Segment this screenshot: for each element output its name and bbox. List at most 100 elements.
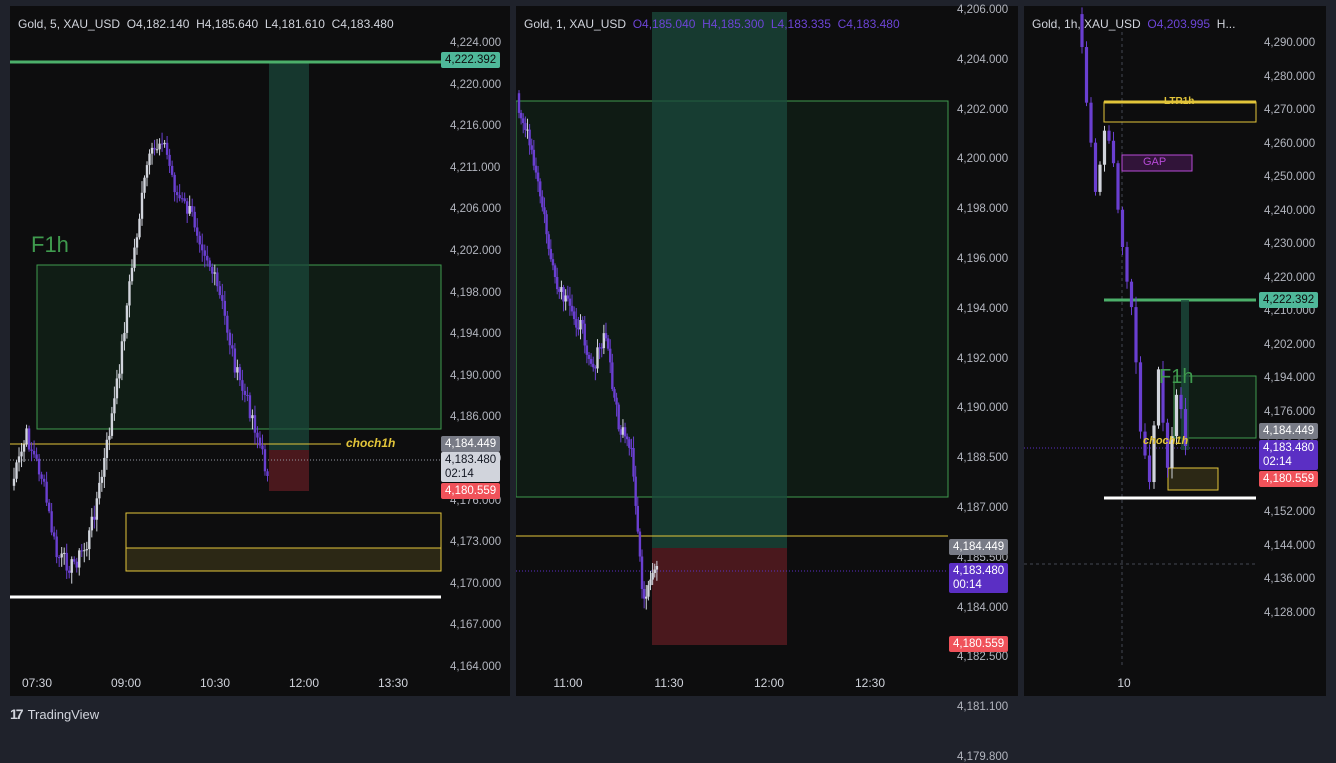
- price-tick-label: 4,240.000: [1264, 204, 1316, 217]
- candle-body: [572, 311, 576, 320]
- candle-body: [125, 305, 129, 333]
- candle-body: [52, 532, 56, 537]
- candle-body: [543, 207, 546, 215]
- high-value: H4,185.640: [196, 17, 259, 31]
- chart-pane-1h[interactable]: Gold, 1h, XAU_USD O4,203.995 H... LTR1h …: [1024, 6, 1326, 696]
- candle-body: [628, 439, 631, 448]
- candle-body: [551, 259, 555, 266]
- candle-body: [526, 129, 529, 131]
- symbol-name: Gold, 1h, XAU_USD: [1032, 17, 1141, 31]
- candle-body: [575, 319, 578, 328]
- candle-body: [103, 457, 106, 477]
- candle-body: [246, 394, 249, 396]
- chart-canvas[interactable]: [516, 6, 1018, 696]
- candle-body: [1134, 307, 1138, 363]
- candle-body: [630, 447, 633, 449]
- candle-body: [251, 415, 254, 419]
- candle-body: [70, 559, 73, 573]
- candle-body: [42, 478, 46, 482]
- candle-body: [1147, 455, 1152, 483]
- candle-body: [642, 588, 646, 599]
- chart-pane-1min[interactable]: Gold, 1, XAU_USD O4,185.040 H4,185.300 L…: [516, 4, 1018, 763]
- candle-body: [634, 476, 637, 506]
- tradingview-logo-icon: 17: [10, 706, 24, 722]
- candle-body: [221, 295, 224, 301]
- candle-body: [589, 358, 593, 364]
- candle-body: [218, 286, 222, 296]
- candle-body: [173, 174, 176, 193]
- price-tick-label: 4,194.000: [1264, 372, 1316, 384]
- price-tick-label: 4,211.000: [450, 161, 501, 174]
- candle-body: [153, 147, 156, 150]
- price-tick-label: 4,202.000: [1264, 338, 1316, 351]
- candle-body: [178, 195, 181, 199]
- price-tick-label: 4,164.000: [450, 661, 502, 673]
- candle-body: [577, 327, 580, 330]
- chart-canvas[interactable]: [10, 6, 510, 696]
- price-tick-label: 4,220.000: [450, 78, 502, 91]
- candle-body: [236, 367, 239, 373]
- candle-body: [1120, 209, 1125, 248]
- symbol-title: Gold, 1, XAU_USD O4,185.040 H4,185.300 L…: [524, 17, 900, 31]
- price-tick-label: 4,270.000: [1264, 104, 1316, 116]
- candle-body: [17, 456, 21, 463]
- candle-body: [604, 333, 608, 339]
- candle-body: [606, 338, 610, 349]
- candle-body: [198, 235, 201, 245]
- candle-body: [653, 569, 656, 573]
- ltr-label: LTR1h: [1164, 96, 1195, 107]
- price-tick-label: 4,152.000: [1264, 506, 1316, 518]
- candle-body: [596, 347, 599, 369]
- last-price-value: 4,183.480: [1263, 442, 1315, 454]
- candle-body: [1107, 130, 1111, 141]
- price-tick-label: 4,179.800: [957, 751, 1009, 763]
- chart-pane-5min[interactable]: Gold, 5, XAU_USD O4,182.140 H4,185.640 L…: [10, 6, 510, 696]
- candle-body: [609, 348, 612, 363]
- candle-body: [62, 552, 66, 554]
- time-tick-label: 10:30: [199, 676, 231, 690]
- candle-body: [1179, 394, 1183, 410]
- candle-body: [57, 557, 61, 559]
- candle-body: [208, 260, 211, 267]
- long-position-stop-zone: [269, 450, 309, 491]
- candle-body: [524, 123, 527, 131]
- time-tick-label: 10: [1117, 676, 1131, 690]
- candle-body: [110, 413, 114, 436]
- price-tick-label: 4,198.000: [450, 286, 502, 299]
- tradingview-footer[interactable]: 17 TradingView: [10, 706, 99, 722]
- candle-body: [1129, 281, 1134, 308]
- candle-body: [1116, 163, 1120, 210]
- long-position-stop-zone: [652, 548, 787, 645]
- candle-body: [25, 428, 28, 445]
- candle-body: [1138, 362, 1143, 432]
- time-tick-label: 13:30: [377, 676, 409, 690]
- candle-body: [85, 549, 88, 551]
- last-price-badge: 4,183.480 00:14: [949, 563, 1009, 593]
- candle-body: [545, 214, 548, 235]
- time-tick-label: 11:00: [553, 676, 583, 690]
- candle-countdown: 00:14: [953, 579, 982, 591]
- price-tick-label: 4,206.000: [450, 203, 502, 216]
- price-tick-label: 4,170.000: [450, 577, 502, 590]
- candle-body: [647, 585, 650, 597]
- candle-body: [602, 333, 606, 349]
- brand-name: TradingView: [27, 706, 100, 722]
- price-tick-label: 4,200.000: [957, 153, 1009, 166]
- price-tick-label: 4,204.000: [957, 53, 1009, 66]
- candle-body: [615, 397, 618, 405]
- price-tick-label: 4,230.000: [1264, 238, 1316, 250]
- candle-body: [45, 481, 48, 503]
- level-price-badge: 4,184.449: [1259, 423, 1319, 439]
- candle-body: [183, 198, 186, 202]
- candle-body: [50, 511, 53, 533]
- candle-body: [12, 478, 16, 486]
- candle-body: [553, 265, 557, 278]
- candle-body: [241, 380, 244, 391]
- candle-body: [558, 289, 561, 292]
- candle-body: [206, 255, 209, 261]
- candle-body: [560, 287, 563, 292]
- candle-body: [522, 118, 525, 124]
- candle-body: [632, 448, 635, 477]
- candle-body: [564, 295, 567, 302]
- candle-body: [196, 227, 199, 236]
